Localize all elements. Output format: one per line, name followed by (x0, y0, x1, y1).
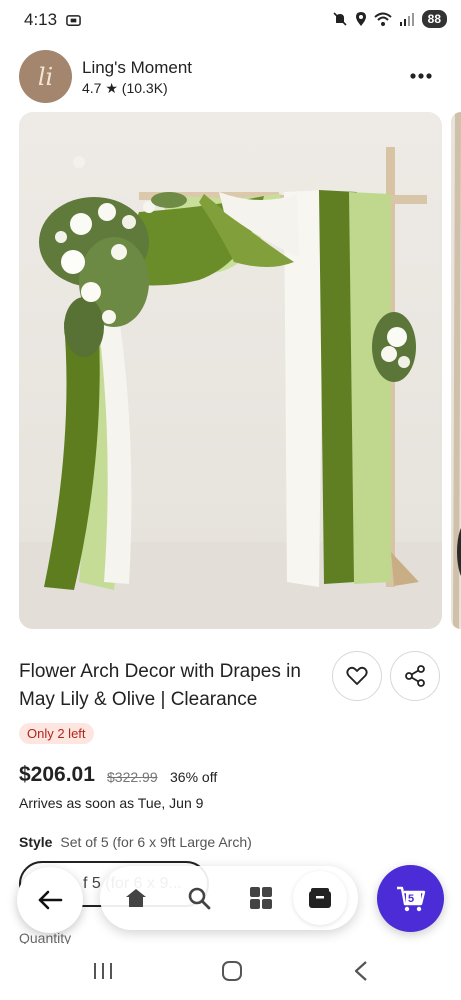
cart-count: 5 (408, 893, 415, 905)
home-system-icon[interactable] (221, 960, 243, 982)
style-label: Style (19, 834, 53, 850)
signal-icon (399, 12, 414, 26)
shop-rating: 4.7 ★ (10.3K) (82, 80, 168, 96)
mute-icon (333, 12, 347, 26)
favorite-button[interactable] (332, 651, 382, 701)
product-title: Flower Arch Decor with Drapes in May Lil… (19, 661, 301, 710)
status-bar: 4:13 88 (0, 0, 461, 44)
style-value: Set of 5 (for 6 x 9ft Large Arch) (60, 834, 252, 850)
home-icon (126, 889, 146, 907)
back-system-icon[interactable] (353, 960, 369, 982)
next-image-photo (451, 112, 461, 629)
avatar-logo: li (37, 62, 54, 91)
style-row: Style Set of 5 (for 6 x 9ft Large Arch) (19, 834, 252, 850)
battery-indicator: 88 (421, 10, 447, 28)
arrow-left-icon (38, 890, 63, 910)
back-button[interactable] (17, 867, 83, 933)
shop-avatar[interactable]: li (19, 50, 72, 103)
recent-apps-icon[interactable] (92, 961, 114, 981)
more-vertical-icon[interactable] (404, 64, 438, 88)
stock-badge: Only 2 left (19, 723, 94, 744)
share-icon (405, 665, 425, 687)
shop-name[interactable]: Ling's Moment (82, 58, 192, 78)
nav-categories[interactable] (235, 866, 287, 930)
nav-search[interactable] (173, 866, 225, 930)
bottom-nav (100, 866, 358, 930)
screenshot-icon (66, 15, 81, 26)
system-navigation-bar (0, 944, 461, 1000)
discount-percent: 36% off (170, 769, 218, 785)
original-price: $322.99 (107, 769, 158, 785)
flower-arch-photo (19, 112, 442, 629)
cart-button[interactable]: 5 (377, 865, 444, 932)
share-button[interactable] (390, 651, 440, 701)
heart-icon (346, 666, 368, 685)
package-icon (309, 888, 331, 908)
location-icon (355, 12, 366, 26)
grid-icon (250, 887, 272, 909)
nav-orders[interactable] (294, 866, 346, 930)
price: $206.01 (19, 763, 95, 786)
next-image-preview[interactable] (451, 112, 461, 629)
status-time: 4:13 (24, 10, 58, 29)
search-icon (188, 887, 211, 910)
arrival-date: Arrives as soon as Tue, Jun 9 (19, 795, 204, 811)
product-image[interactable] (19, 112, 442, 629)
status-icons: 88 (332, 10, 447, 28)
wifi-icon (373, 12, 392, 26)
nav-home[interactable] (110, 866, 162, 930)
